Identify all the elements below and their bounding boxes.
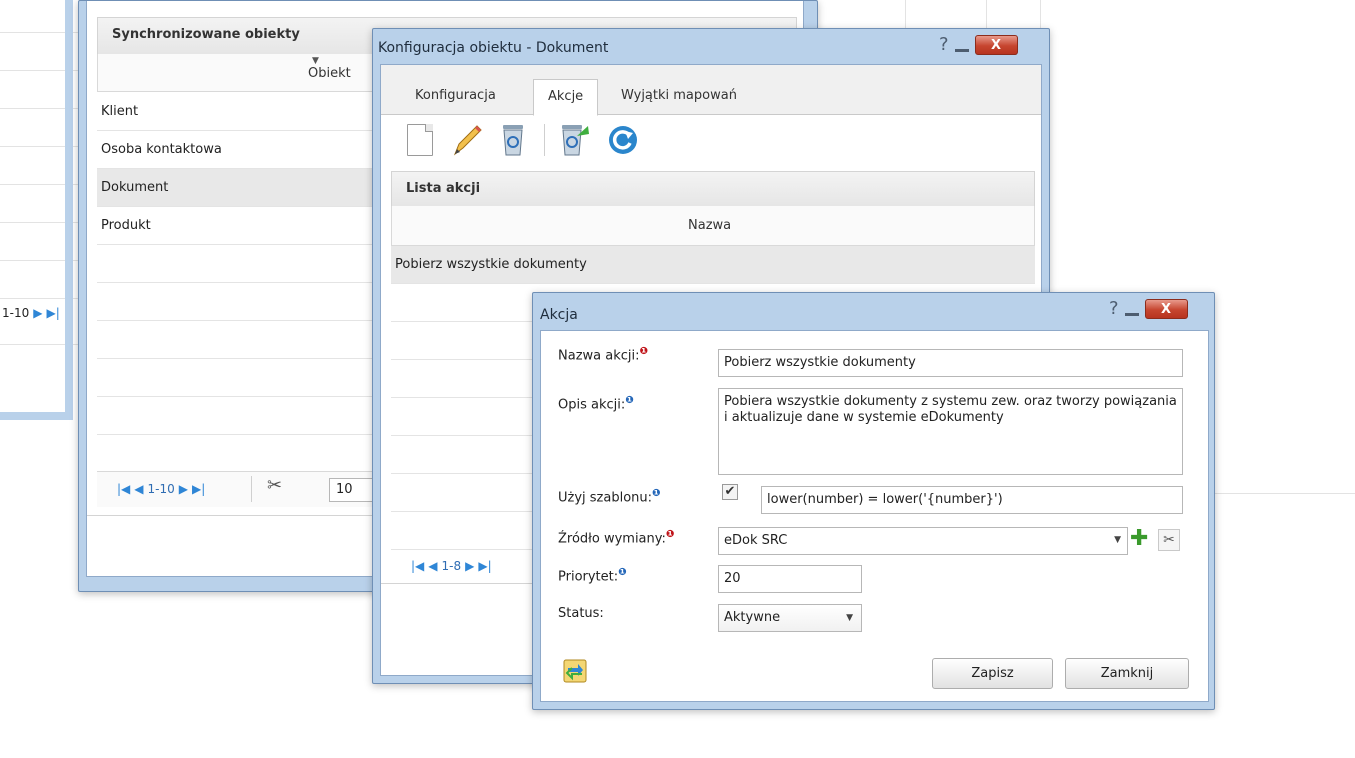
description-label-text: Opis akcji: bbox=[558, 397, 626, 413]
actions-list-title: Lista akcji bbox=[391, 171, 1035, 207]
refresh-icon[interactable] bbox=[607, 124, 639, 156]
bg-line bbox=[1215, 493, 1355, 494]
prev-page-icon[interactable]: ◀ bbox=[428, 559, 437, 573]
empty-table-row bbox=[97, 245, 387, 283]
help-icon[interactable]: ? bbox=[1109, 300, 1119, 318]
close-icon[interactable]: X bbox=[1144, 299, 1188, 319]
next-page-icon[interactable]: ▶ bbox=[179, 482, 188, 496]
tab-konfiguracja[interactable]: Konfiguracja bbox=[401, 79, 510, 112]
tools-icon[interactable]: ✂ bbox=[267, 475, 282, 496]
next-page-icon[interactable]: ▶ bbox=[33, 306, 42, 320]
actions-column-header[interactable]: Nazwa bbox=[391, 206, 1035, 246]
tab-akcje[interactable]: Akcje bbox=[533, 79, 599, 116]
left-window-edge bbox=[0, 0, 73, 420]
sync-pager[interactable]: |◀ ◀ 1-10 ▶ ▶| bbox=[117, 482, 205, 496]
help-icon[interactable]: ? bbox=[939, 36, 949, 54]
empty-table-row bbox=[97, 359, 387, 397]
priority-label: Priorytet:❶ bbox=[558, 567, 627, 584]
status-label: Status: bbox=[558, 606, 604, 621]
action-dialog-title: Akcja bbox=[540, 307, 578, 323]
action-dialog-controls: ? X bbox=[1109, 299, 1188, 319]
empty-table-row bbox=[97, 435, 387, 473]
add-source-icon[interactable]: ✚ bbox=[1130, 525, 1148, 553]
nazwa-header-label: Nazwa bbox=[688, 218, 732, 233]
new-document-icon[interactable] bbox=[407, 124, 433, 156]
sync-pager-bar: |◀ ◀ 1-10 ▶ ▶| ✂ 10 bbox=[97, 471, 387, 507]
save-button[interactable]: Zapisz bbox=[932, 658, 1053, 689]
action-dialog: Akcja ? X Nazwa akcji:❶ Pobierz wszystki… bbox=[532, 292, 1215, 710]
tools-icon[interactable]: ✂ bbox=[1158, 529, 1180, 551]
bg-line bbox=[905, 0, 906, 28]
restore-recycle-icon[interactable] bbox=[557, 122, 591, 158]
source-label-text: Źródło wymiany: bbox=[558, 531, 666, 547]
info-icon: ❶ bbox=[625, 395, 634, 406]
name-label-text: Nazwa akcji: bbox=[558, 348, 640, 364]
template-label-text: Użyj szablonu: bbox=[558, 490, 653, 506]
first-page-icon[interactable]: |◀ bbox=[117, 482, 130, 496]
empty-table-row bbox=[97, 321, 387, 359]
first-page-icon[interactable]: |◀ bbox=[411, 559, 424, 573]
name-input[interactable]: Pobierz wszystkie dokumenty bbox=[718, 349, 1183, 377]
next-page-icon[interactable]: ▶ bbox=[465, 559, 474, 573]
prev-page-icon[interactable]: ◀ bbox=[134, 482, 143, 496]
config-window-controls: ? X bbox=[939, 35, 1018, 55]
sync-pager-text: 1-10 bbox=[147, 482, 175, 496]
empty-table-row bbox=[97, 283, 387, 321]
left-pager[interactable]: 1-10 ▶ ▶| bbox=[2, 306, 60, 320]
config-pager[interactable]: |◀ ◀ 1-8 ▶ ▶| bbox=[411, 559, 492, 573]
exchange-icon[interactable] bbox=[563, 659, 587, 683]
chevron-down-icon: ▼ bbox=[1114, 535, 1121, 545]
close-button[interactable]: Zamknij bbox=[1065, 658, 1189, 689]
config-window-title: Konfiguracja obiektu - Dokument bbox=[378, 40, 609, 56]
info-icon: ❶ bbox=[652, 488, 661, 499]
minimize-icon[interactable] bbox=[954, 48, 969, 52]
table-row[interactable]: Osoba kontaktowa bbox=[97, 131, 387, 169]
status-select[interactable]: Aktywne ▼ bbox=[718, 604, 862, 632]
info-icon: ❶ bbox=[618, 567, 627, 578]
last-page-icon[interactable]: ▶| bbox=[46, 306, 59, 320]
required-icon: ❶ bbox=[665, 529, 675, 540]
minimize-icon[interactable] bbox=[1124, 312, 1139, 316]
priority-label-text: Priorytet: bbox=[558, 569, 619, 585]
last-page-icon[interactable]: ▶| bbox=[192, 482, 205, 496]
template-label: Użyj szablonu:❶ bbox=[558, 488, 660, 505]
bg-line bbox=[1040, 0, 1041, 28]
source-select[interactable]: eDok SRC ▼ bbox=[718, 527, 1128, 555]
actions-toolbar bbox=[381, 116, 1041, 164]
action-dialog-body: Nazwa akcji:❶ Pobierz wszystkie dokument… bbox=[540, 330, 1209, 702]
config-pager-text: 1-8 bbox=[441, 559, 462, 573]
status-select-value: Aktywne bbox=[724, 610, 781, 625]
source-label: Źródło wymiany:❶ bbox=[558, 529, 674, 546]
template-checkbox[interactable]: ✔ bbox=[722, 484, 738, 500]
source-select-value: eDok SRC bbox=[724, 533, 788, 548]
bg-line bbox=[986, 0, 987, 28]
tab-wyjatki-mapowan[interactable]: Wyjątki mapowań bbox=[607, 79, 751, 112]
left-pager-text: 1-10 bbox=[2, 306, 30, 320]
pager-separator bbox=[251, 476, 252, 502]
delete-recycle-icon[interactable] bbox=[497, 122, 529, 158]
description-textarea[interactable]: Pobiera wszystkie dokumenty z systemu ze… bbox=[718, 388, 1183, 475]
table-row[interactable]: Dokument bbox=[97, 169, 387, 207]
chevron-down-icon: ▼ bbox=[846, 613, 853, 623]
priority-input[interactable]: 20 bbox=[718, 565, 862, 593]
template-expression-input[interactable]: lower(number) = lower('{number}') bbox=[761, 486, 1183, 514]
toolbar-separator bbox=[544, 124, 545, 156]
table-row[interactable]: Pobierz wszystkie dokumenty bbox=[391, 246, 1035, 284]
table-row[interactable]: Klient bbox=[97, 93, 387, 131]
last-page-icon[interactable]: ▶| bbox=[478, 559, 491, 573]
table-row[interactable]: Produkt bbox=[97, 207, 387, 245]
edit-pencil-icon[interactable] bbox=[449, 122, 485, 158]
sort-icon: ▼ bbox=[312, 56, 319, 66]
description-label: Opis akcji:❶ bbox=[558, 395, 634, 412]
name-label: Nazwa akcji:❶ bbox=[558, 346, 648, 363]
empty-table-row bbox=[97, 397, 387, 435]
close-icon[interactable]: X bbox=[974, 35, 1018, 55]
required-icon: ❶ bbox=[639, 346, 648, 357]
obiekt-header-label: Obiekt bbox=[308, 66, 351, 81]
